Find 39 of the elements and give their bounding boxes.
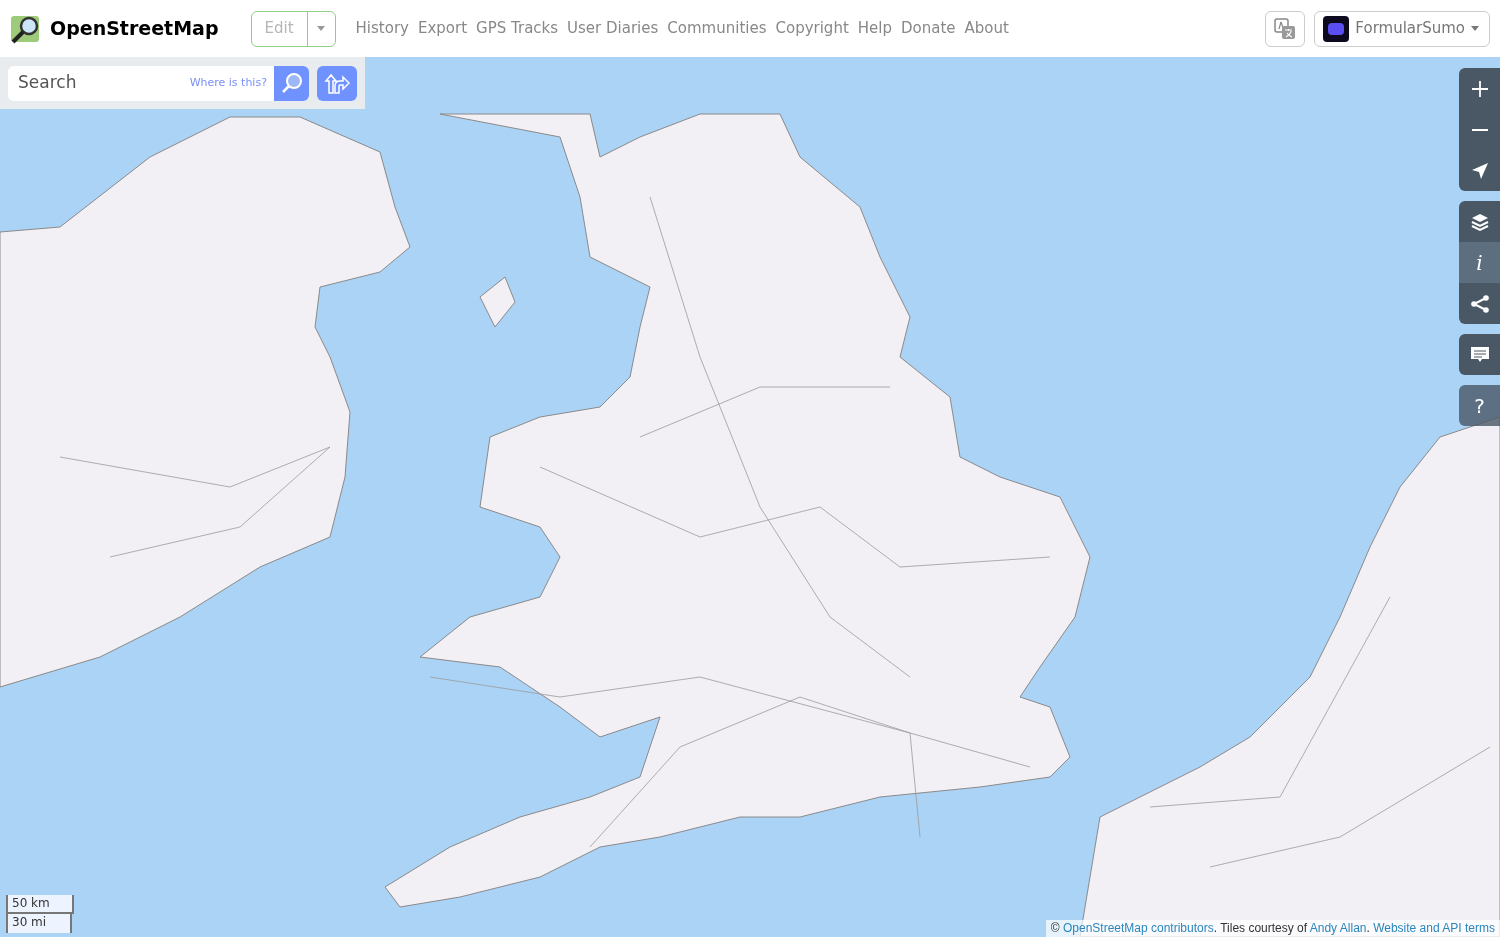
logo-icon[interactable] bbox=[10, 13, 42, 44]
nav-link[interactable]: About bbox=[964, 17, 1009, 40]
nav-link[interactable]: Communities bbox=[667, 17, 767, 40]
directions-button[interactable] bbox=[317, 65, 357, 101]
nav-link[interactable]: User Diaries bbox=[567, 17, 659, 40]
minus-icon bbox=[1469, 128, 1490, 131]
scale-bar: 50 km bbox=[6, 895, 74, 914]
directions-icon bbox=[324, 72, 350, 94]
nav-link[interactable]: Donate bbox=[901, 17, 956, 40]
site-title[interactable]: OpenStreetMap bbox=[50, 14, 219, 43]
language-button[interactable] bbox=[1265, 10, 1306, 47]
user-menu-button[interactable]: FormularSumo bbox=[1314, 10, 1490, 47]
layers-button[interactable] bbox=[1459, 201, 1500, 242]
caret-icon bbox=[1471, 26, 1479, 31]
add-note-button[interactable] bbox=[1459, 334, 1500, 375]
search-field[interactable]: Search Where is this? bbox=[8, 65, 274, 101]
avatar-icon bbox=[1323, 15, 1350, 42]
layers-icon bbox=[1469, 211, 1490, 232]
nav-link[interactable]: History bbox=[355, 17, 409, 40]
nav-link[interactable]: Export bbox=[417, 17, 468, 40]
attribution-link[interactable]: OpenStreetMap contributors bbox=[1062, 921, 1214, 935]
where-is-this-link[interactable]: Where is this? bbox=[189, 74, 267, 92]
map-key-button[interactable]: i bbox=[1459, 242, 1500, 283]
nav-link[interactable]: Copyright bbox=[775, 17, 849, 40]
locate-button[interactable] bbox=[1459, 150, 1500, 191]
share-button[interactable] bbox=[1459, 283, 1500, 324]
translate-icon bbox=[1274, 17, 1297, 40]
scale-bar: 30 mi bbox=[6, 914, 72, 933]
attribution-link[interactable]: Website and API terms bbox=[1373, 921, 1495, 935]
help-button[interactable]: ? bbox=[1459, 385, 1500, 426]
zoom-in-button[interactable] bbox=[1459, 68, 1500, 109]
share-icon bbox=[1469, 293, 1490, 314]
plus-icon bbox=[1469, 78, 1490, 99]
caret-icon bbox=[317, 26, 326, 31]
search-button[interactable] bbox=[274, 65, 309, 101]
nav-link[interactable]: Help bbox=[857, 17, 892, 40]
nav-link[interactable]: GPS Tracks bbox=[476, 17, 559, 40]
attribution-text: © OpenStreetMap contributors. Tiles courtesy of Andy Allan. Website and API terms bbox=[1045, 920, 1500, 937]
search-icon bbox=[280, 72, 303, 94]
